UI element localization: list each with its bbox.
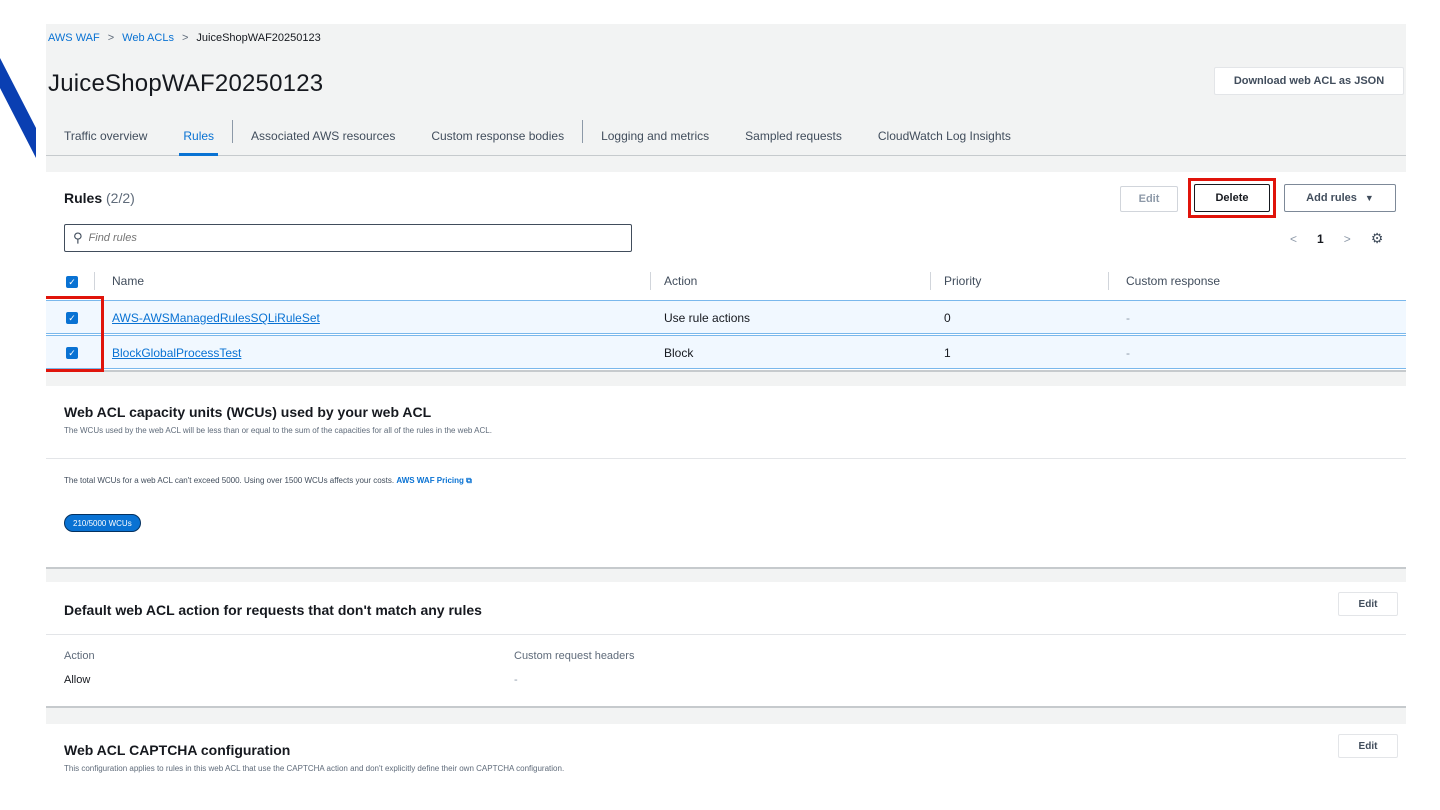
rule-priority: 1 [944,346,951,360]
wcu-usage-badge: 210/5000 WCUs [64,514,141,532]
headers-value: - [514,674,518,686]
waf-console: AWS WAF > Web ACLs > JuiceShopWAF2025012… [46,24,1406,810]
edit-captcha-button[interactable]: Edit [1338,734,1398,758]
divider [46,634,1406,635]
table-row[interactable]: ✓ AWS-AWSManagedRulesSQLiRuleSet Use rul… [46,300,1406,334]
rule-priority: 0 [944,311,951,325]
pagination: < 1 > ⚙ [1290,230,1383,247]
tab-logging-metrics[interactable]: Logging and metrics [583,116,727,155]
column-name[interactable]: Name [112,274,144,288]
breadcrumb: AWS WAF > Web ACLs > JuiceShopWAF2025012… [48,32,321,44]
breadcrumb-aws-waf[interactable]: AWS WAF [48,32,100,44]
delete-rule-button[interactable]: Delete [1194,184,1270,212]
wcu-panel: Web ACL capacity units (WCUs) used by yo… [46,386,1406,569]
default-action-title: Default web ACL action for requests that… [64,602,482,618]
add-rules-label: Add rules [1306,192,1357,204]
search-box[interactable]: ⚲ [64,224,632,252]
tab-associated-resources[interactable]: Associated AWS resources [233,116,413,155]
rule-custom-response: - [1126,311,1130,325]
search-icon: ⚲ [73,230,83,245]
column-custom-response[interactable]: Custom response [1126,274,1220,288]
pager-next-button[interactable]: > [1344,232,1351,246]
headers-label: Custom request headers [514,650,635,662]
tab-bar: Traffic overview Rules Associated AWS re… [46,116,1406,156]
select-all-checkbox[interactable]: ✓ [66,276,78,288]
tab-traffic-overview[interactable]: Traffic overview [46,116,165,155]
wcu-title: Web ACL capacity units (WCUs) used by yo… [64,404,432,420]
wcu-note: The total WCUs for a web ACL can't excee… [64,476,472,486]
action-label: Action [64,650,95,662]
rule-name-link[interactable]: AWS-AWSManagedRulesSQLiRuleSet [112,311,320,325]
divider [46,458,1406,459]
column-divider [94,272,95,290]
download-json-button[interactable]: Download web ACL as JSON [1214,67,1404,95]
checkbox-highlight-box [46,296,104,372]
edit-default-action-button[interactable]: Edit [1338,592,1398,616]
column-divider [930,272,931,290]
rule-action: Block [664,346,694,360]
rule-name-link[interactable]: BlockGlobalProcessTest [112,346,241,360]
breadcrumb-web-acls[interactable]: Web ACLs [122,32,174,44]
page-title: JuiceShopWAF20250123 [48,70,324,97]
tab-cloudwatch-insights[interactable]: CloudWatch Log Insights [860,116,1029,155]
rules-title-text: Rules [64,190,103,206]
rule-action: Use rule actions [664,311,751,325]
column-priority[interactable]: Priority [944,274,981,288]
captcha-description: This configuration applies to rules in t… [64,764,565,773]
pager-prev-button[interactable]: < [1290,232,1297,246]
pager-current-page[interactable]: 1 [1317,232,1324,246]
breadcrumb-separator: > [107,32,115,44]
tab-custom-response-bodies[interactable]: Custom response bodies [413,116,582,155]
breadcrumb-current: JuiceShopWAF20250123 [196,32,321,44]
rules-title: Rules (2/2) [64,190,135,206]
tab-rules[interactable]: Rules [165,116,232,156]
column-divider [1108,272,1109,290]
external-link-icon: ⧉ [466,476,472,485]
gear-icon[interactable]: ⚙ [1371,230,1384,247]
find-rules-input[interactable] [88,232,609,244]
wcu-note-text: The total WCUs for a web ACL can't excee… [64,476,395,485]
rule-custom-response: - [1126,346,1130,360]
column-divider [650,272,651,290]
action-value: Allow [64,674,91,686]
breadcrumb-separator: > [181,32,189,44]
captcha-panel: Web ACL CAPTCHA configuration This confi… [46,724,1406,810]
column-action[interactable]: Action [664,274,697,288]
table-row[interactable]: ✓ BlockGlobalProcessTest Block 1 - [46,335,1406,369]
add-rules-button[interactable]: Add rules ▼ [1284,184,1396,212]
rules-table-header: ✓ Name Action Priority Custom response [46,268,1406,296]
captcha-title: Web ACL CAPTCHA configuration [64,742,291,758]
edit-rule-button[interactable]: Edit [1120,186,1178,212]
default-action-panel: Default web ACL action for requests that… [46,582,1406,708]
tab-sampled-requests[interactable]: Sampled requests [727,116,860,155]
rules-panel: Rules (2/2) Edit Delete Add rules ▼ ⚲ < … [46,172,1406,372]
wcu-description: The WCUs used by the web ACL will be les… [64,426,492,435]
pricing-link[interactable]: AWS WAF Pricing [396,476,464,485]
caret-down-icon: ▼ [1364,193,1374,203]
rules-count: (2/2) [106,190,135,206]
corner-decoration [0,58,36,158]
